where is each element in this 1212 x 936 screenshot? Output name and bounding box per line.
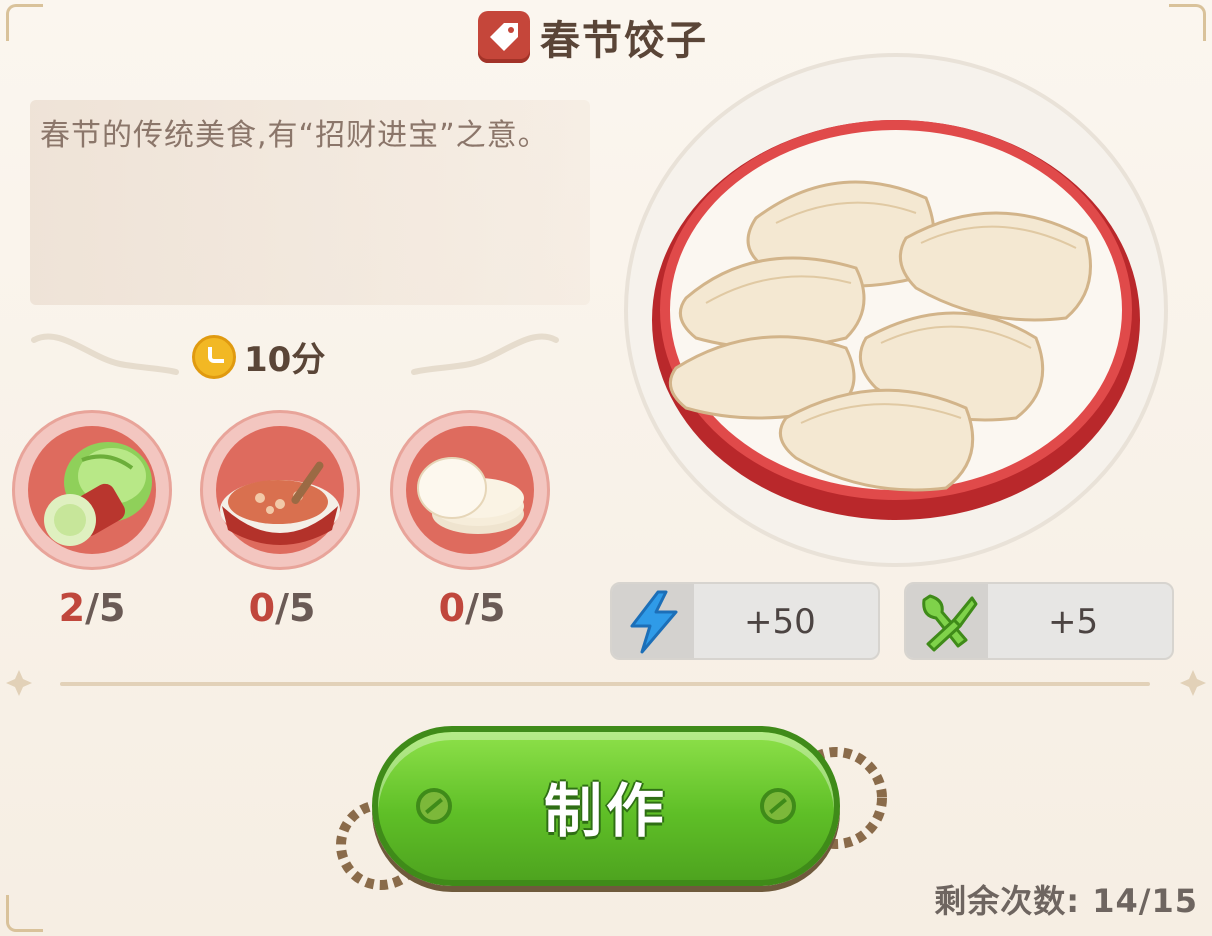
make-button-label: 制作 xyxy=(543,777,668,845)
divider-ornament-right xyxy=(1180,670,1206,696)
energy-reward: +50 xyxy=(610,582,880,660)
ingredient-dumpling-wrappers[interactable] xyxy=(390,410,550,570)
ingredient-count-meat-filling: 0/5 xyxy=(248,586,316,630)
corner-ornament xyxy=(1169,4,1206,41)
remaining-value: 14/15 xyxy=(1092,882,1198,920)
ingredient-count-dumpling-wrappers: 0/5 xyxy=(438,586,506,630)
recipe-panel: 春节饺子 春节的传统美食,有“招财进宝”之意。 10分 2/5 0/5 0/5 … xyxy=(0,0,1212,936)
lightning-icon xyxy=(630,590,678,654)
food-reward: +5 xyxy=(904,582,1174,660)
ingredient-meat-filling[interactable] xyxy=(200,410,360,570)
bolt-icon xyxy=(416,788,452,824)
utensils-icon xyxy=(922,594,978,652)
ingredient-count-cabbage: 2/5 xyxy=(58,586,126,630)
bolt-icon xyxy=(760,788,796,824)
ingredient-cabbage[interactable] xyxy=(12,410,172,570)
remaining-count: 剩余次数: 14/15 xyxy=(934,876,1198,922)
remaining-label: 剩余次数: xyxy=(934,882,1081,920)
meat-filling-icon xyxy=(220,461,340,545)
corner-ornament xyxy=(6,895,43,932)
energy-value: +50 xyxy=(744,602,816,642)
recipe-description: 春节的传统美食,有“招财进宝”之意。 xyxy=(40,118,549,153)
cook-time-value: 10分 xyxy=(244,340,326,380)
divider xyxy=(60,682,1150,686)
dumplings-dish-image xyxy=(624,53,1168,567)
food-value: +5 xyxy=(1048,602,1099,642)
cook-time: 10分 xyxy=(192,332,325,381)
dumpling-wrappers-icon xyxy=(417,457,524,534)
corner-ornament xyxy=(6,4,43,41)
divider-ornament-left xyxy=(6,670,32,696)
make-button[interactable]: 制作 xyxy=(372,726,840,886)
cabbage-icon xyxy=(44,442,152,546)
swirl-ornament-left xyxy=(31,333,179,375)
clock-icon xyxy=(192,334,236,379)
swirl-ornament-right xyxy=(411,333,559,375)
tag-icon xyxy=(478,11,530,63)
